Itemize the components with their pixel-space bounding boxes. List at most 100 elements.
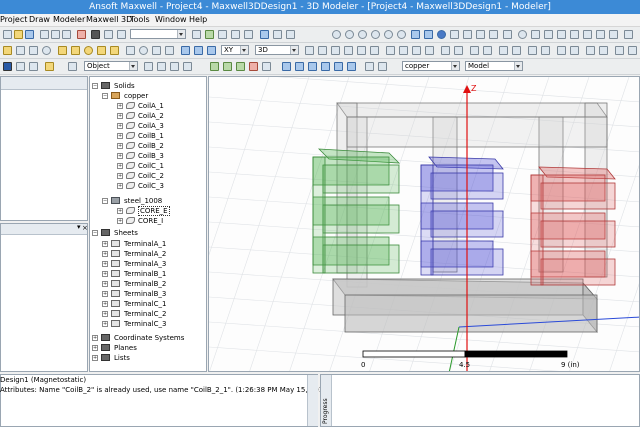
zoom-active-icon[interactable] (437, 30, 446, 39)
pick-edge-icon[interactable] (29, 62, 38, 71)
wire-icon[interactable] (544, 30, 553, 39)
pick-body-icon[interactable] (170, 62, 179, 71)
coil-c[interactable] (530, 166, 616, 286)
menu-modeler[interactable]: Modeler (53, 14, 85, 26)
grid-icon[interactable] (117, 30, 126, 39)
grid-toggle-icon[interactable] (596, 30, 605, 39)
line-icon[interactable] (3, 46, 12, 55)
subtract-icon[interactable] (194, 46, 203, 55)
plane-select[interactable]: XY (221, 45, 249, 55)
select-mode-select[interactable]: Object (84, 61, 138, 71)
view-front-icon[interactable] (476, 30, 485, 39)
axis-toggle-icon[interactable] (609, 30, 618, 39)
spin-icon[interactable] (358, 30, 367, 39)
mesh-icon[interactable] (586, 46, 595, 55)
edge-select-icon[interactable] (210, 62, 219, 71)
excitation-icon[interactable] (615, 46, 624, 55)
open-icon[interactable] (14, 30, 23, 39)
viewport-canvas[interactable]: Z 0 4.5 9 (in) (209, 77, 640, 372)
snap-edge-icon[interactable] (308, 62, 317, 71)
pan-icon[interactable] (104, 30, 113, 39)
message-manager-panel[interactable]: Design1 (Magnetostatic) Attributes: Name… (0, 374, 330, 427)
cylinder-icon[interactable] (231, 30, 240, 39)
draw-polygon-icon[interactable] (152, 46, 161, 55)
view-right-icon[interactable] (503, 30, 512, 39)
progress-tab[interactable]: Progress (321, 375, 332, 426)
draw-cylinder-icon[interactable] (58, 46, 67, 55)
sphere-icon[interactable] (244, 30, 253, 39)
zoom-area-icon[interactable] (424, 30, 433, 39)
hide-icon[interactable] (528, 46, 537, 55)
rotate-icon[interactable] (332, 30, 341, 39)
intersect-icon[interactable] (207, 46, 216, 55)
properties-panel[interactable]: ▾ × (0, 223, 88, 372)
snap-vertex-icon[interactable] (295, 62, 304, 71)
assign-icon[interactable] (45, 62, 54, 71)
shade-icon[interactable] (531, 30, 540, 39)
align-icon[interactable] (370, 46, 379, 55)
face-select-icon[interactable] (223, 62, 232, 71)
snap-quadrant-icon[interactable] (347, 62, 356, 71)
arrow-select-icon[interactable] (3, 62, 12, 71)
snap-face-icon[interactable] (321, 62, 330, 71)
properties-pin-icon[interactable]: ▾ (77, 223, 81, 231)
menu-window[interactable]: Window (155, 14, 187, 26)
duplicate-icon[interactable] (357, 46, 366, 55)
scale-icon[interactable] (344, 46, 353, 55)
face-cs-icon[interactable] (470, 46, 479, 55)
light-icon[interactable] (583, 30, 592, 39)
toolbar-combo-blank[interactable] (130, 29, 186, 39)
coord-mode-select[interactable]: Model (465, 61, 523, 71)
field-icon[interactable] (570, 46, 579, 55)
box-icon[interactable] (218, 30, 227, 39)
boundary-icon[interactable] (628, 46, 637, 55)
measure-icon[interactable] (441, 46, 450, 55)
progress-panel[interactable]: Progress (320, 374, 640, 427)
arc-icon[interactable] (29, 46, 38, 55)
sweep-icon[interactable] (386, 46, 395, 55)
draw-rect-icon[interactable] (126, 46, 135, 55)
unite-icon[interactable] (181, 46, 190, 55)
paste-icon[interactable] (62, 30, 71, 39)
save-icon[interactable] (25, 30, 34, 39)
render-icon[interactable] (557, 30, 566, 39)
delete-icon[interactable] (77, 30, 86, 39)
draw-icon[interactable] (286, 30, 295, 39)
select-all-icon[interactable] (183, 62, 192, 71)
draw-ellipse-icon[interactable] (139, 46, 148, 55)
view-mode-select[interactable]: 3D (255, 45, 299, 55)
copy-icon[interactable] (51, 30, 60, 39)
show-icon[interactable] (541, 46, 550, 55)
eye-icon[interactable] (518, 30, 527, 39)
fit-selected-icon[interactable] (463, 30, 472, 39)
coil-b[interactable] (420, 156, 504, 276)
project-manager-panel[interactable] (0, 76, 88, 221)
draw-torus-icon[interactable] (97, 46, 106, 55)
rotate-z-icon[interactable] (397, 30, 406, 39)
bg-icon[interactable] (570, 30, 579, 39)
snap-grid-icon[interactable] (282, 62, 291, 71)
more-icon[interactable] (624, 30, 633, 39)
material-icon[interactable] (365, 62, 374, 71)
spline-icon[interactable] (16, 46, 25, 55)
menu-maxwell3d[interactable]: Maxwell 3D (86, 14, 132, 26)
rotate-x-icon[interactable] (371, 30, 380, 39)
move-icon[interactable] (318, 46, 327, 55)
zoom-icon[interactable] (411, 30, 420, 39)
transparency-icon[interactable] (262, 62, 271, 71)
coord-icon[interactable] (454, 46, 463, 55)
rotate-y-icon[interactable] (384, 30, 393, 39)
view-top-icon[interactable] (489, 30, 498, 39)
group-icon[interactable] (512, 46, 521, 55)
rect-icon[interactable] (273, 30, 282, 39)
separate-icon[interactable] (425, 46, 434, 55)
color-icon[interactable] (249, 62, 258, 71)
rotate-obj-icon[interactable] (331, 46, 340, 55)
select-icon[interactable] (91, 30, 100, 39)
message-warning[interactable]: Attributes: Name "CoilB_2" is already us… (0, 386, 330, 394)
draw-region-icon[interactable] (165, 46, 174, 55)
core-i[interactable] (332, 278, 598, 334)
snap-center-icon[interactable] (334, 62, 343, 71)
thicken-icon[interactable] (399, 46, 408, 55)
new-icon[interactable] (3, 30, 12, 39)
